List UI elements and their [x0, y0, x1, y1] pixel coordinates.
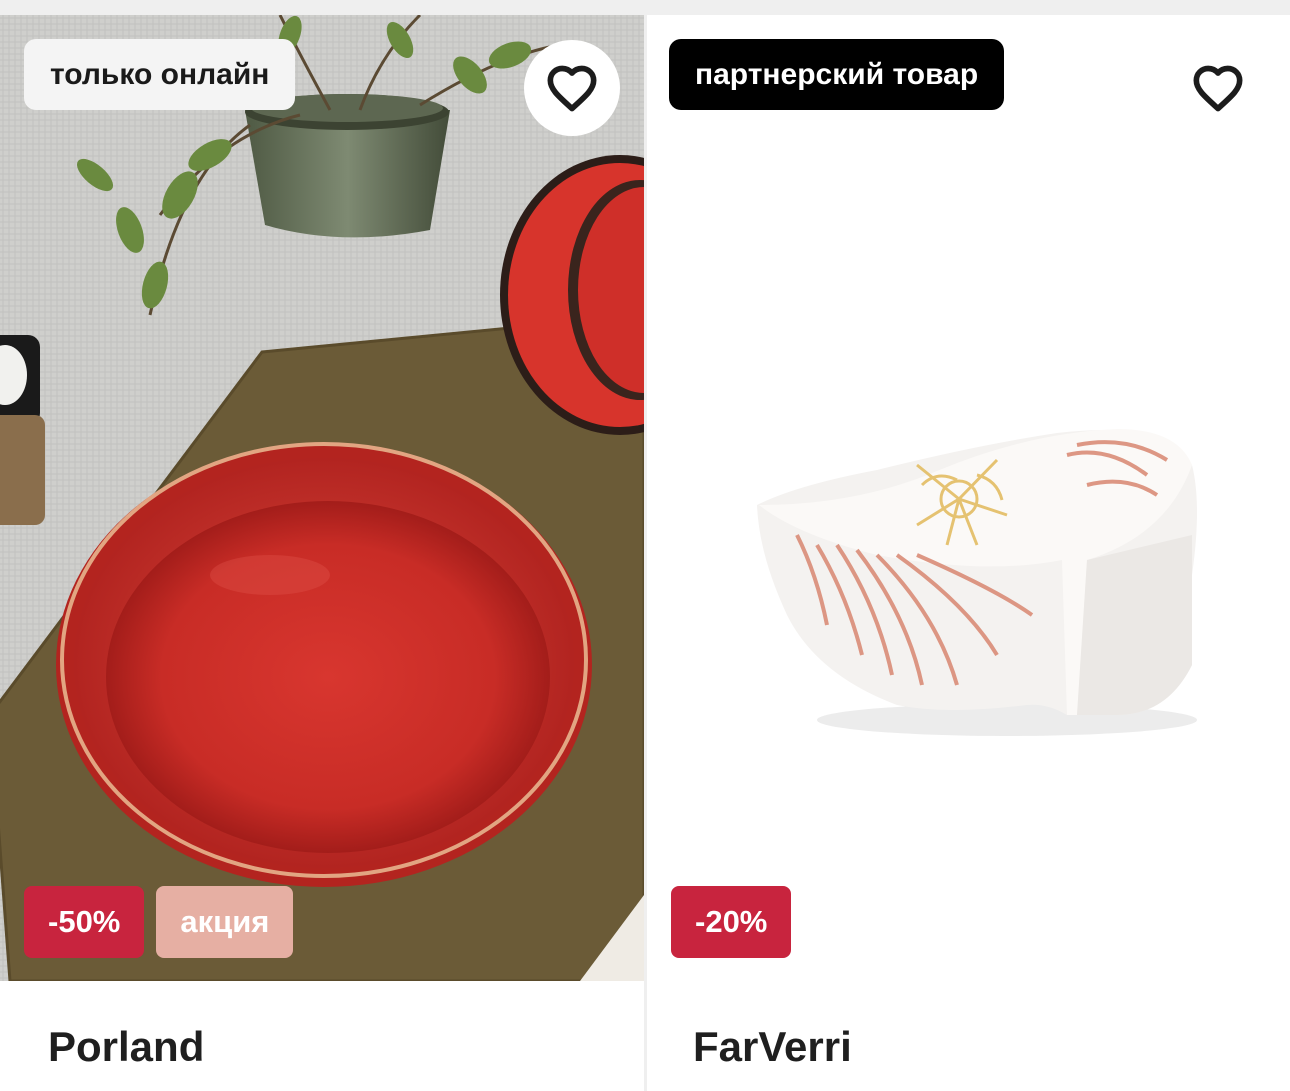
product-grid: только онлайн -50% акция Porland партнер…	[0, 15, 1290, 1091]
product-photo[interactable]	[647, 15, 1290, 981]
favorite-button[interactable]	[1170, 40, 1266, 136]
partner-product-badge: партнерский товар	[669, 39, 1005, 110]
brand-name[interactable]: Porland	[48, 1023, 204, 1071]
online-only-badge: только онлайн	[24, 39, 296, 110]
heart-outline-icon	[547, 65, 597, 112]
discount-badge: -50%	[24, 886, 145, 958]
discount-badge: -20%	[671, 886, 792, 958]
price-tags: -50% акция	[24, 886, 294, 958]
heart-outline-icon	[1193, 65, 1243, 112]
product-card[interactable]: партнерский товар -20% FarVerri	[647, 15, 1290, 1091]
price-tags: -20%	[671, 886, 792, 958]
favorite-button[interactable]	[524, 40, 620, 136]
product-card[interactable]: только онлайн -50% акция Porland	[0, 15, 644, 1091]
promo-badge: акция	[156, 886, 294, 958]
product-photo[interactable]	[0, 15, 644, 981]
brand-name[interactable]: FarVerri	[693, 1023, 852, 1071]
